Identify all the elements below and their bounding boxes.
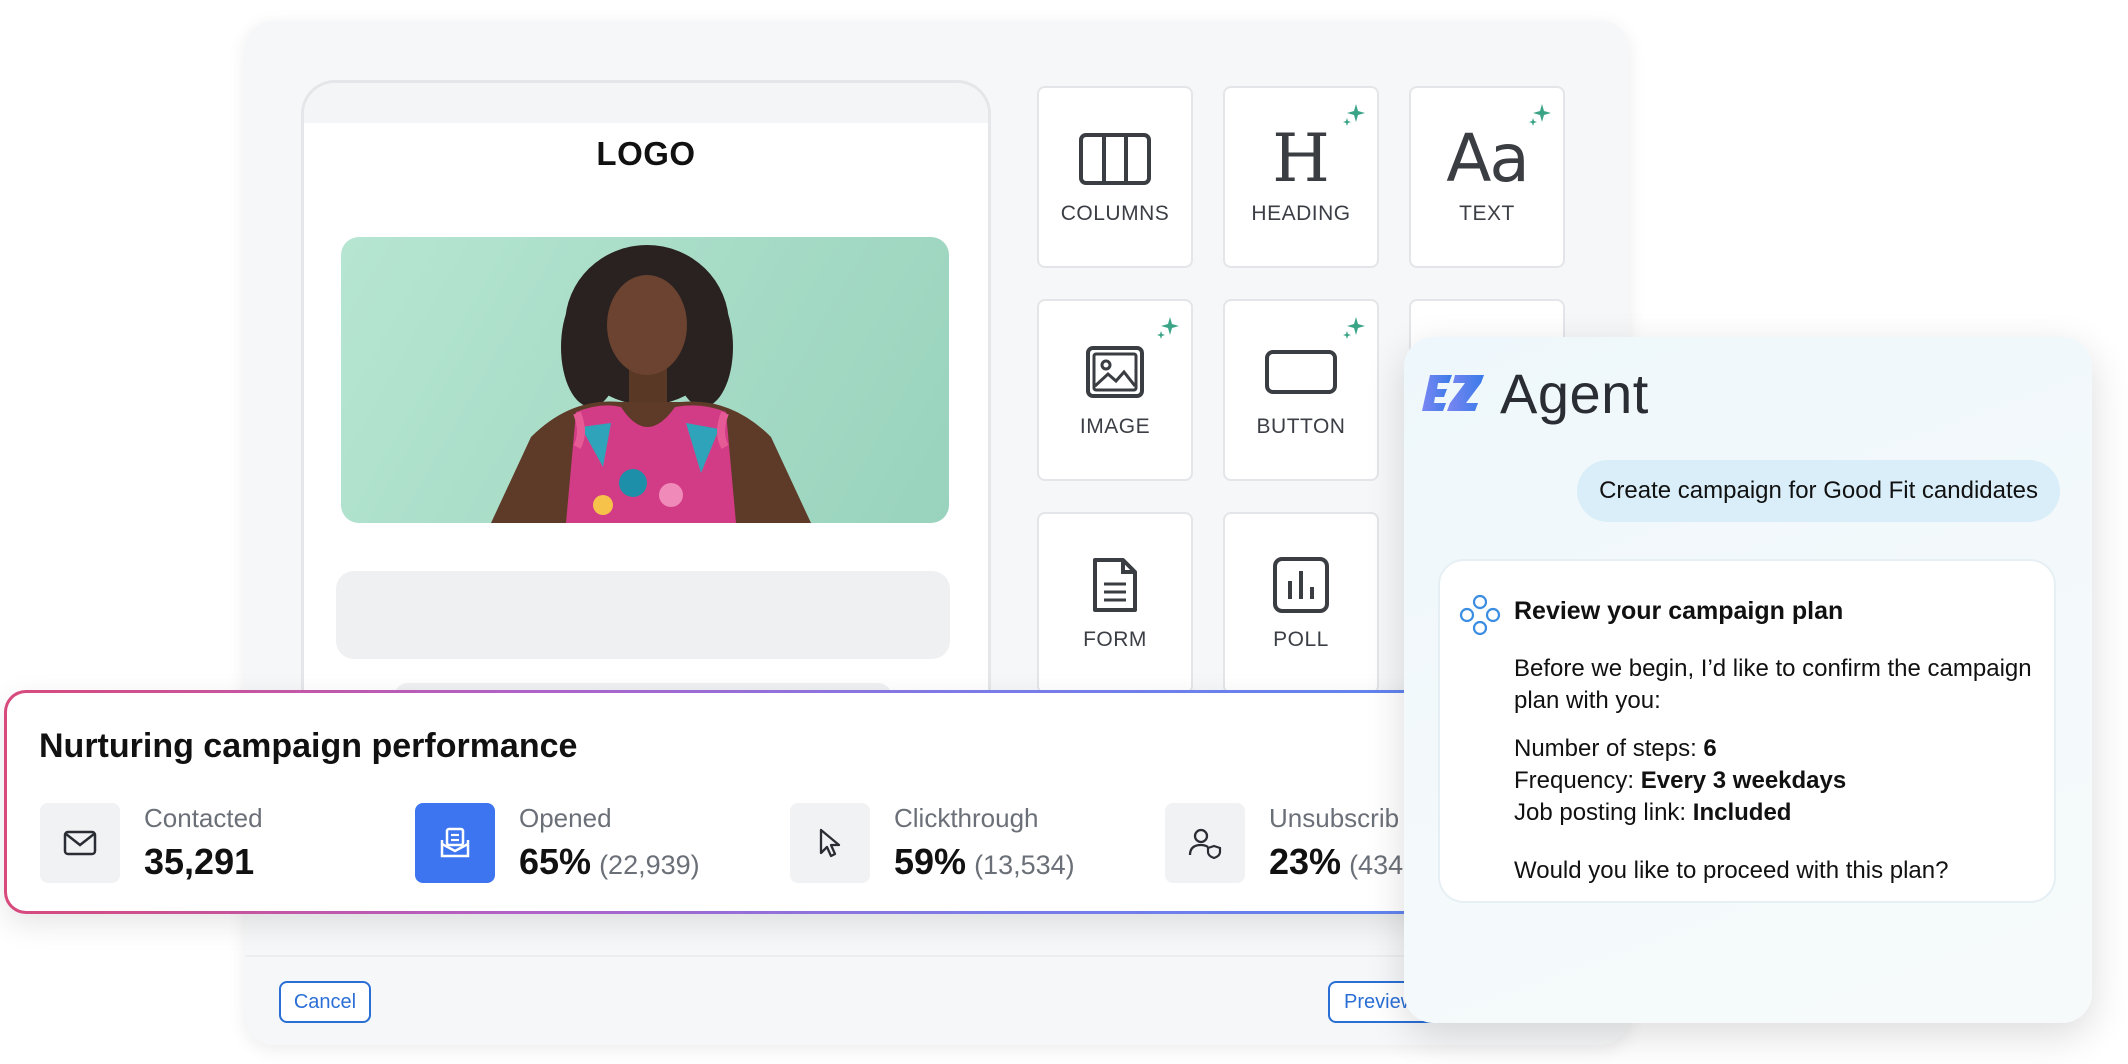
woman-portrait-illustration [491,245,811,523]
plan-item-steps: Number of steps: 6 [1514,735,1717,762]
block-image[interactable]: IMAGE [1037,299,1193,481]
stat-value: 65% [519,841,592,882]
block-form[interactable]: FORM [1037,512,1193,694]
agent-title: Agent [1500,361,1649,425]
plan-question: Would you like to proceed with this plan… [1514,857,1949,884]
block-label: BUTTON [1256,415,1346,438]
stat-label: Opened [519,803,612,833]
plan-title: Review your campaign plan [1514,597,1844,625]
block-label: POLL [1273,628,1329,651]
ai-sparkle-icon [1157,317,1179,339]
block-label: TEXT [1459,202,1515,225]
campaign-performance-card: Nurturing campaign performance Contacted… [4,690,1504,914]
block-label: HEADING [1251,202,1351,225]
campaign-plan-card: Review your campaign plan Before we begi… [1438,559,2056,903]
ai-sparkle-icon [1343,317,1365,339]
stat-label: Contacted [144,803,263,833]
user-message-bubble: Create campaign for Good Fit candidates [1577,460,2060,522]
stat-value: 59% [894,841,967,882]
stat-value: 23% [1269,841,1342,882]
block-label: IMAGE [1079,415,1151,438]
image-icon [1086,346,1144,398]
text-icon: Aa [1446,120,1530,197]
block-text[interactable]: Aa TEXT [1409,86,1565,268]
plan-item-frequency: Frequency: Every 3 weekdays [1514,767,1847,794]
stat-count: (22,939) [599,850,700,880]
agent-header: Agent [1422,361,1649,425]
heading-icon: H [1272,120,1330,197]
user-shield-icon [1188,828,1222,859]
stat-count: (13,534) [974,850,1075,880]
block-columns[interactable]: COLUMNS [1037,86,1193,268]
envelope-icon [63,830,97,856]
block-heading[interactable]: H HEADING [1223,86,1379,268]
block-label: FORM [1083,628,1147,651]
block-poll[interactable]: POLL [1223,512,1379,694]
columns-icon [1079,133,1151,185]
ez-agent-panel: Agent Create campaign for Good Fit candi… [1404,337,2092,1023]
poll-icon [1273,557,1329,613]
ai-sparkle-icon [1529,104,1551,126]
plan-item-job-link: Job posting link: Included [1514,799,1792,826]
performance-title: Nurturing campaign performance [39,727,578,765]
hero-image[interactable] [341,237,949,523]
stat-label: Unsubscrib [1269,803,1400,833]
block-label: COLUMNS [1060,202,1170,225]
ai-sparkle-icon [1343,104,1365,126]
plan-details: Number of steps: 6 Frequency: Every 3 we… [1514,733,1846,829]
cancel-button[interactable]: Cancel [279,981,371,1023]
email-preview: LOGO [301,80,991,783]
content-placeholder-block[interactable] [336,571,950,659]
stat-count: (434 [1349,850,1404,880]
cursor-icon [819,828,841,858]
logo-placeholder: LOGO [596,135,696,172]
ez-logo [1422,375,1484,411]
form-icon [1093,558,1137,612]
agent-clover-icon [1459,594,1501,636]
button-icon [1265,350,1337,394]
opened-mail-icon [440,827,470,858]
preview-top-bar [304,83,988,123]
stat-label: Clickthrough [894,803,1039,833]
block-button[interactable]: BUTTON [1223,299,1379,481]
stat-value: 35,291 [144,841,255,882]
plan-intro: Before we begin, I’d like to confirm the… [1514,655,2032,714]
